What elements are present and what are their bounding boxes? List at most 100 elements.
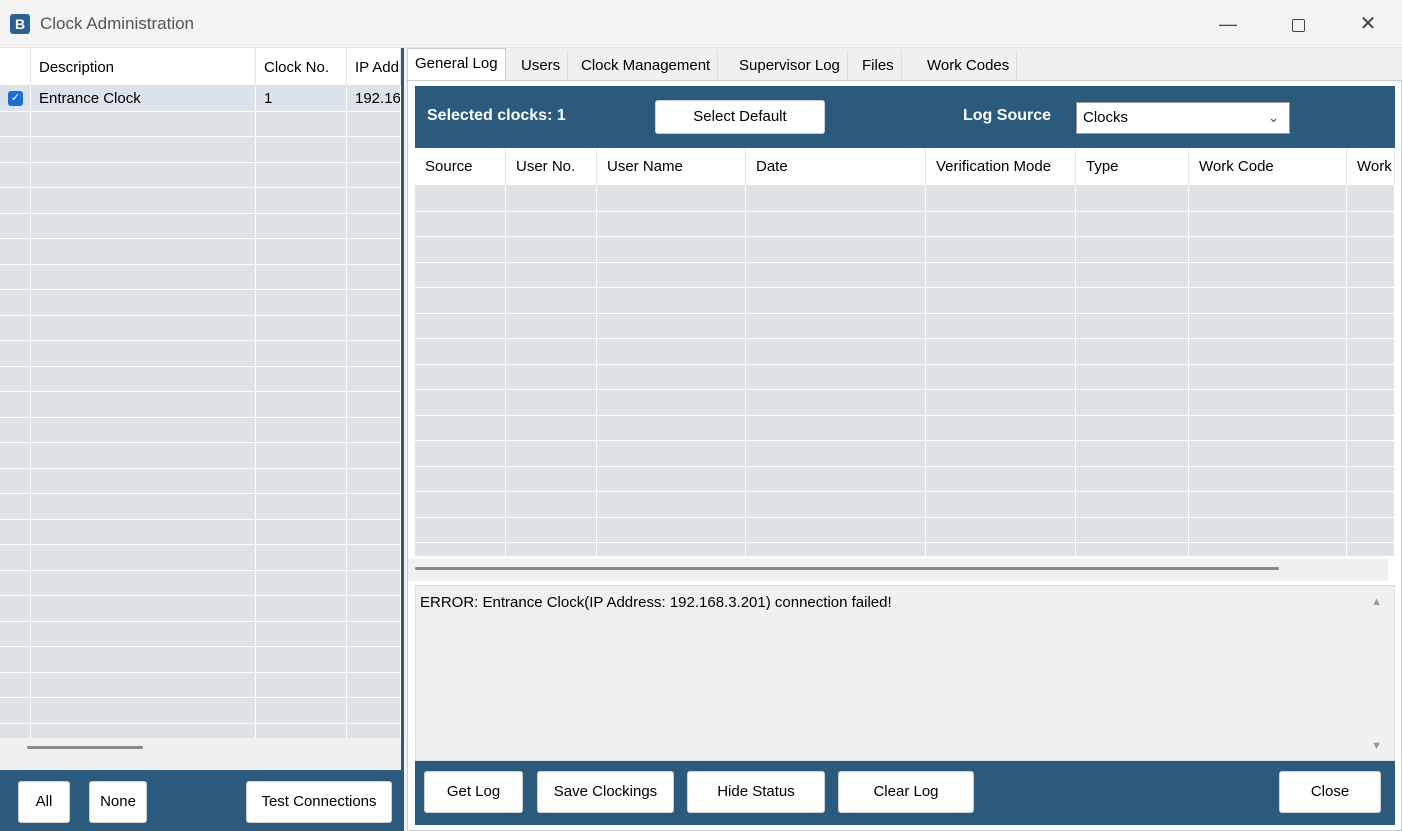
maximize-button[interactable] xyxy=(1268,8,1328,40)
empty-cell xyxy=(256,672,347,697)
tab-files[interactable]: Files xyxy=(855,51,902,81)
header-select-cell[interactable] xyxy=(0,48,31,85)
empty-cell xyxy=(256,137,347,162)
empty-cell xyxy=(746,211,926,237)
empty-cell xyxy=(0,570,31,595)
empty-cell xyxy=(0,596,31,621)
empty-cell xyxy=(1076,211,1189,237)
empty-cell xyxy=(415,441,506,467)
empty-row xyxy=(415,237,1395,263)
col-work-code-description[interactable]: Work Code Description xyxy=(1347,148,1395,186)
log-source-select[interactable]: Clocks ⌄ xyxy=(1076,102,1290,134)
log-source-value: Clocks xyxy=(1083,109,1129,126)
empty-cell xyxy=(31,290,256,315)
empty-cell xyxy=(256,111,347,136)
empty-cell xyxy=(746,390,926,416)
empty-cell xyxy=(506,517,597,543)
col-user-no[interactable]: User No. xyxy=(506,148,597,186)
empty-cell xyxy=(0,519,31,544)
empty-cell xyxy=(347,111,401,136)
empty-cell xyxy=(1347,517,1395,543)
empty-cell xyxy=(415,339,506,365)
empty-cell xyxy=(1347,211,1395,237)
empty-cell xyxy=(256,621,347,646)
col-description[interactable]: Description xyxy=(31,48,256,85)
empty-cell xyxy=(597,211,746,237)
empty-cell xyxy=(1076,441,1189,467)
col-verification-mode[interactable]: Verification Mode xyxy=(926,148,1076,186)
empty-cell xyxy=(926,492,1076,518)
select-all-button[interactable]: All xyxy=(18,781,70,823)
empty-cell xyxy=(597,237,746,263)
hide-status-button[interactable]: Hide Status xyxy=(687,771,825,813)
empty-cell xyxy=(415,492,506,518)
close-window-button[interactable]: ✕ xyxy=(1338,8,1398,40)
clear-log-button[interactable]: Clear Log xyxy=(838,771,974,813)
empty-cell xyxy=(1347,466,1395,492)
empty-cell xyxy=(31,213,256,238)
empty-cell xyxy=(926,237,1076,263)
empty-cell xyxy=(1347,237,1395,263)
empty-cell xyxy=(1347,364,1395,390)
log-source-label: Log Source xyxy=(963,107,1052,124)
empty-cell xyxy=(31,545,256,570)
minimize-button[interactable]: — xyxy=(1198,8,1258,40)
empty-cell xyxy=(347,392,401,417)
tab-users[interactable]: Users xyxy=(514,51,569,81)
empty-cell xyxy=(256,366,347,391)
empty-cell xyxy=(31,188,256,213)
col-user-name[interactable]: User Name xyxy=(597,148,746,186)
empty-row xyxy=(0,239,401,265)
empty-cell xyxy=(506,441,597,467)
tab-clock-management[interactable]: Clock Management xyxy=(574,51,719,81)
col-ip-address[interactable]: IP Address xyxy=(347,48,401,85)
tab-general-log[interactable]: General Log xyxy=(407,48,506,81)
empty-cell xyxy=(1189,543,1347,556)
empty-cell xyxy=(506,492,597,518)
empty-row xyxy=(415,313,1395,339)
empty-cell xyxy=(506,415,597,441)
empty-cell xyxy=(347,290,401,315)
empty-row xyxy=(0,366,401,392)
close-button[interactable]: Close xyxy=(1279,771,1381,813)
empty-row xyxy=(415,211,1395,237)
log-grid-hscrollbar[interactable] xyxy=(408,559,1388,581)
empty-cell xyxy=(31,137,256,162)
empty-cell xyxy=(1189,237,1347,263)
scroll-thumb[interactable] xyxy=(415,567,1279,570)
empty-cell xyxy=(1347,390,1395,416)
col-source[interactable]: Source xyxy=(415,148,506,186)
empty-row xyxy=(0,672,401,698)
save-clockings-button[interactable]: Save Clockings xyxy=(537,771,674,813)
get-log-button[interactable]: Get Log xyxy=(424,771,523,813)
col-work-code[interactable]: Work Code xyxy=(1189,148,1347,186)
empty-cell xyxy=(0,213,31,238)
table-row[interactable]: ✓ Entrance Clock 1 192.168.3.201 xyxy=(0,86,401,112)
col-clock-no[interactable]: Clock No. xyxy=(256,48,347,85)
empty-cell xyxy=(256,570,347,595)
empty-cell xyxy=(926,211,1076,237)
scroll-down-icon[interactable]: ▼ xyxy=(1371,740,1382,752)
scroll-thumb[interactable] xyxy=(27,746,143,749)
clock-grid-hscrollbar[interactable] xyxy=(0,738,401,770)
empty-cell xyxy=(347,162,401,187)
col-date[interactable]: Date xyxy=(746,148,926,186)
empty-cell xyxy=(506,288,597,314)
empty-cell xyxy=(347,239,401,264)
empty-row xyxy=(415,364,1395,390)
empty-cell xyxy=(597,186,746,212)
empty-cell xyxy=(0,417,31,442)
row-select-cell[interactable]: ✓ xyxy=(0,86,31,111)
checkbox-checked-icon[interactable]: ✓ xyxy=(8,91,23,106)
select-none-button[interactable]: None xyxy=(89,781,147,823)
test-connections-button[interactable]: Test Connections xyxy=(246,781,392,823)
empty-cell xyxy=(415,262,506,288)
select-default-button[interactable]: Select Default xyxy=(655,100,825,134)
tab-supervisor-log[interactable]: Supervisor Log xyxy=(732,51,848,81)
empty-cell xyxy=(256,290,347,315)
col-type[interactable]: Type xyxy=(1076,148,1189,186)
empty-cell xyxy=(926,313,1076,339)
empty-row xyxy=(0,137,401,163)
tab-work-codes[interactable]: Work Codes xyxy=(920,51,1018,81)
scroll-up-icon[interactable]: ▲ xyxy=(1371,596,1382,608)
